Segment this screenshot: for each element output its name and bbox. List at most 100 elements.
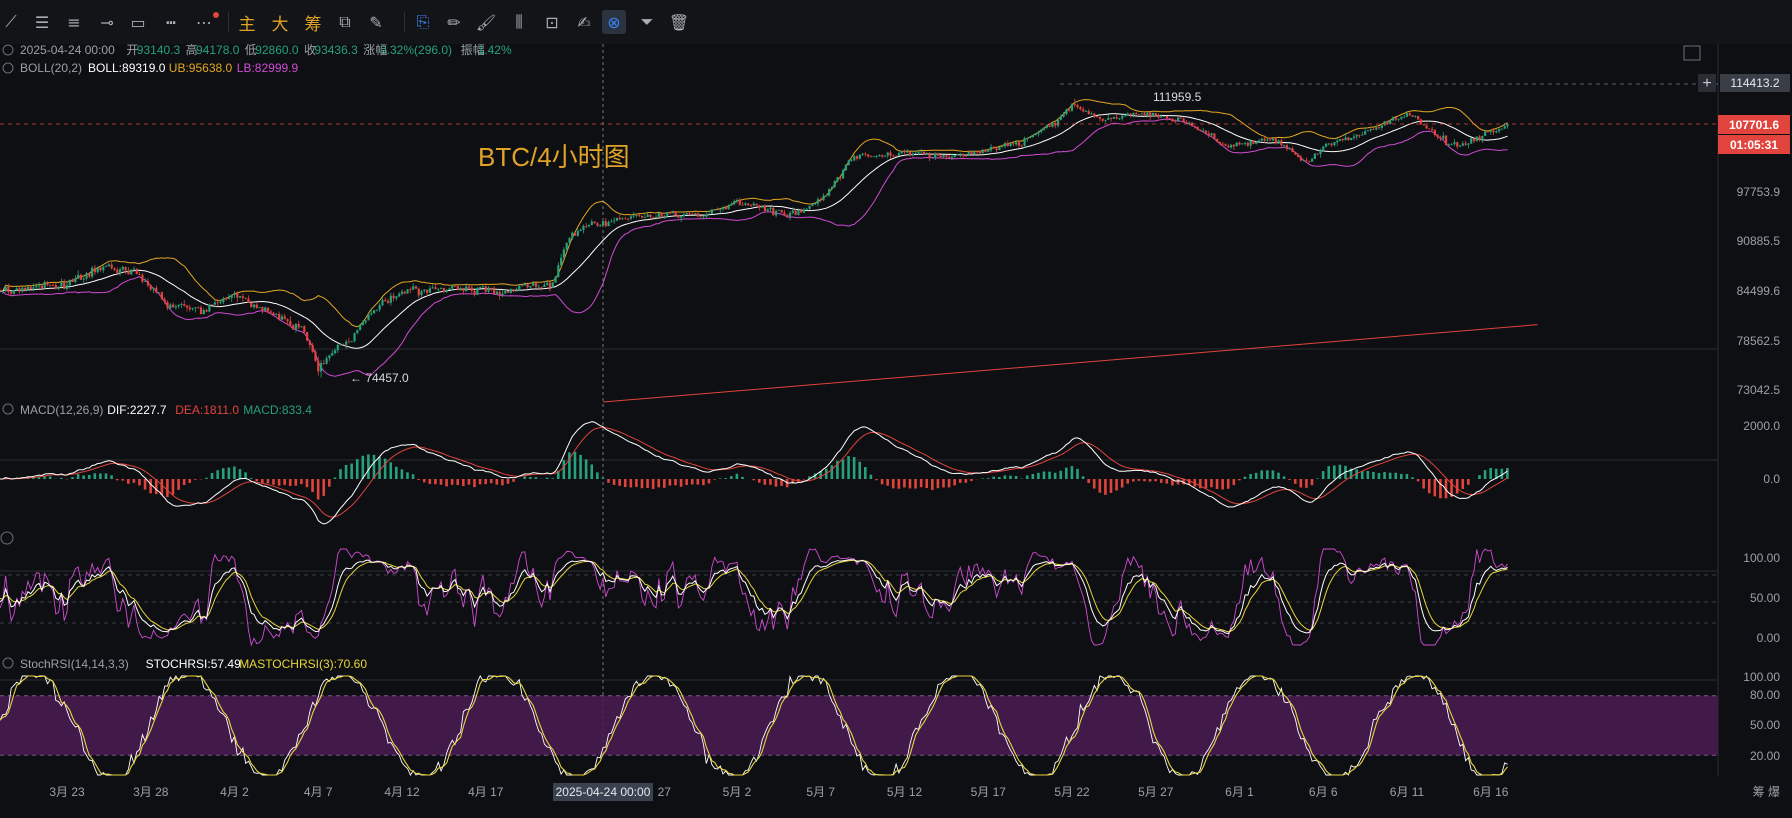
macd-bar [752, 479, 755, 481]
macd-bar [1383, 472, 1386, 479]
macd-bar [283, 479, 286, 485]
candle-body [132, 268, 136, 270]
horizontal-ray-icon[interactable]: ⊸ [95, 10, 119, 34]
macd-bar [623, 479, 627, 488]
candle-body [724, 207, 727, 210]
rectangle-icon[interactable]: ▭ [126, 10, 150, 34]
macd-bar [735, 473, 739, 479]
macd-bar [244, 472, 247, 479]
candle-body [364, 320, 367, 323]
candle-body [1065, 109, 1068, 115]
candle-body [1026, 137, 1029, 139]
macd-bar [1254, 472, 1258, 479]
edit-note-icon[interactable]: ✍ [572, 10, 596, 34]
macd-bar [1338, 464, 1342, 479]
candle-body [1037, 131, 1040, 134]
candlestick-chart[interactable]: BTC/4小时图 111959.5 ← 74457.0 97753.9 90885.5 8… [0, 44, 1792, 818]
chips-button[interactable]: 筹 [301, 10, 325, 35]
macd-bar [138, 479, 141, 486]
macd-bar [1226, 479, 1230, 489]
trend-line-icon[interactable]: ⟋ [0, 10, 23, 34]
parallel-channel-icon[interactable]: ☰ [30, 10, 54, 34]
candle-body [1210, 133, 1213, 136]
candle-body [1093, 113, 1096, 117]
candle-body [1112, 117, 1115, 119]
candle-body [1182, 118, 1185, 123]
bars-pattern-icon[interactable]: ⫼ [507, 10, 531, 34]
candle-body [867, 154, 870, 157]
lock-icon[interactable]: ⊡ [540, 10, 564, 34]
macd-bar [60, 477, 63, 479]
filter-icon[interactable]: ⏷ [635, 10, 659, 34]
candle-body [1185, 122, 1188, 124]
main-chart-button[interactable]: 主 [235, 10, 259, 35]
candle-body [638, 215, 641, 216]
legend-macd: MACD:833.4 [243, 403, 312, 417]
candle-body [627, 218, 630, 220]
chart-title-annotation: BTC/4小时图 [478, 142, 630, 172]
macd-bar [1372, 471, 1375, 479]
candle-body [43, 281, 46, 289]
candle-body [1146, 112, 1149, 116]
candle-body [314, 351, 317, 361]
candle-body [593, 221, 596, 224]
macd-bar [562, 460, 566, 479]
big-button[interactable]: 大 [268, 10, 292, 35]
candle-body [185, 305, 189, 308]
trash-icon[interactable]: 🗑 [667, 10, 691, 34]
candle-body [456, 286, 459, 290]
horizontal-lines-icon[interactable]: ≡ [62, 10, 86, 34]
pencil-icon[interactable]: ✏ [442, 10, 466, 34]
price-axis-tick: 73042.5 [1737, 383, 1781, 397]
macd-bar [261, 479, 264, 484]
candle-body [786, 214, 789, 217]
candle-body [1436, 135, 1439, 138]
candle-body [733, 201, 736, 205]
macd-bar [205, 477, 208, 479]
candle-body [183, 304, 186, 306]
macd-bar [99, 473, 102, 479]
macd-bar [182, 479, 186, 486]
macd-bar [992, 476, 996, 479]
candle-body [1140, 113, 1143, 115]
candle-body [1299, 156, 1303, 161]
candle-body [660, 212, 663, 218]
ruler-icon[interactable]: ┅ [159, 10, 183, 34]
link-icon[interactable]: ⊗ [602, 10, 626, 34]
time-axis-tick: 6月 16 [1473, 785, 1509, 799]
macd-bar [958, 479, 962, 483]
candle-body [671, 211, 674, 214]
macd-bar [657, 479, 661, 488]
candle-body [252, 304, 256, 308]
candle-body [71, 279, 74, 283]
candle-body [1101, 118, 1104, 121]
candle-body [171, 304, 175, 308]
candle-body [24, 287, 27, 290]
macd-bar [1461, 479, 1465, 490]
candle-body [752, 203, 755, 206]
candle-body [557, 265, 560, 277]
brush-icon[interactable]: 🖌 [474, 10, 498, 34]
time-axis-tick: 6月 1 [1225, 785, 1254, 799]
macd-bar [568, 452, 571, 479]
candle-body [1330, 143, 1333, 146]
candle-body [738, 199, 741, 205]
price-axis-tick: 97753.9 [1737, 185, 1781, 199]
draw-tool-icon[interactable]: ✎ [364, 10, 388, 34]
magnet-icon[interactable]: ⎘ [411, 10, 435, 34]
candle-body [255, 304, 258, 308]
macd-bar [378, 456, 381, 479]
compare-icon[interactable]: ⧉ [333, 10, 357, 34]
candle-body [342, 344, 345, 346]
macd-bar [1405, 474, 1409, 479]
candle-body [1433, 130, 1437, 136]
candle-body [29, 286, 32, 290]
candle-body [699, 216, 702, 218]
candle-body [763, 205, 767, 211]
candle-body [532, 282, 535, 286]
macd-bar [428, 479, 432, 484]
macd-bar [1288, 479, 1291, 480]
macd-bar [1092, 479, 1096, 489]
candle-body [1257, 140, 1261, 143]
candle-body [381, 299, 384, 306]
